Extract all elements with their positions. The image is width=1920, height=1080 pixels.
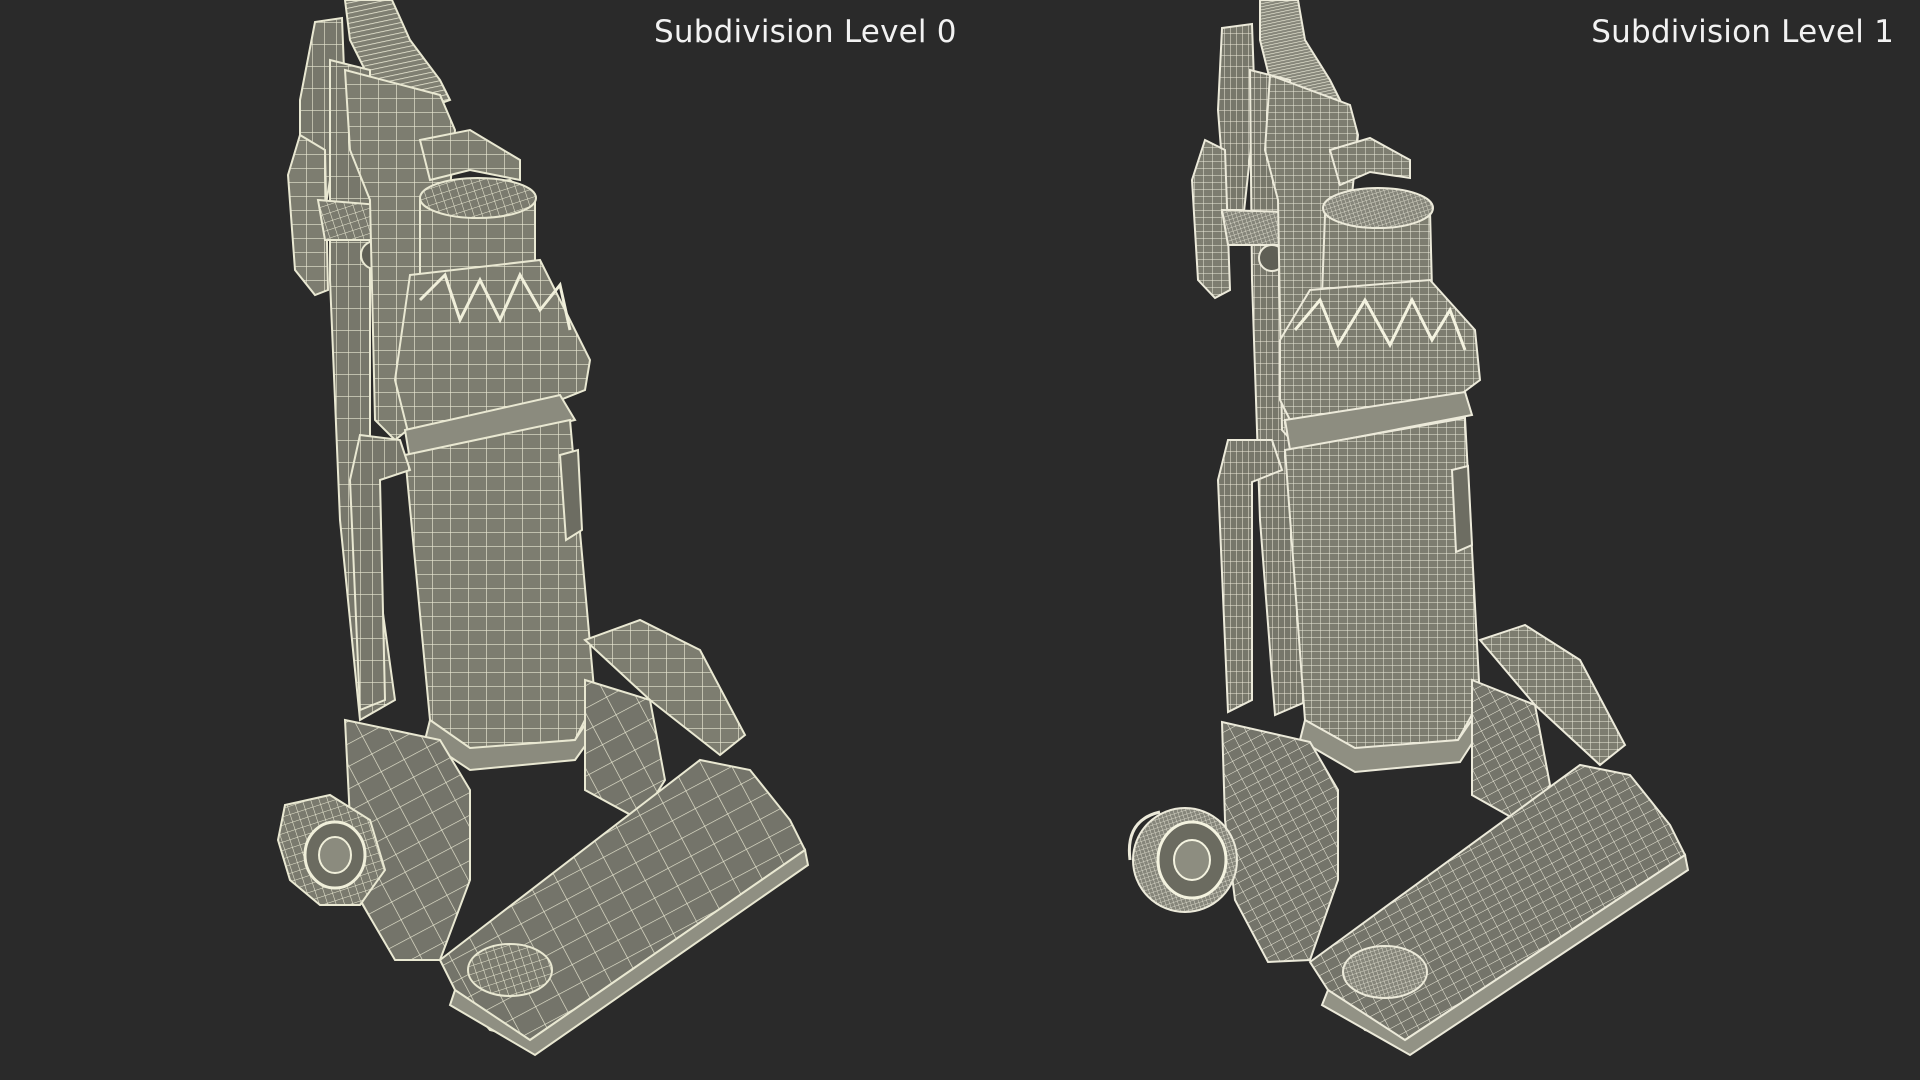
subdivision-level-0-label: Subdivision Level 0 xyxy=(654,14,957,50)
subdivision-level-1-label: Subdivision Level 1 xyxy=(1591,14,1894,50)
dust-bin xyxy=(1283,416,1486,774)
cyclone-cap xyxy=(393,177,592,462)
vacuum-model-level-1 xyxy=(1127,0,1690,1057)
dust-bin xyxy=(403,418,602,772)
rear-wheel xyxy=(1127,807,1238,913)
side-pipe xyxy=(348,433,412,712)
render-viewport: Subdivision Level 0 Subdivision Level 1 xyxy=(0,0,1920,1080)
vacuum-model-level-0 xyxy=(276,0,810,1057)
